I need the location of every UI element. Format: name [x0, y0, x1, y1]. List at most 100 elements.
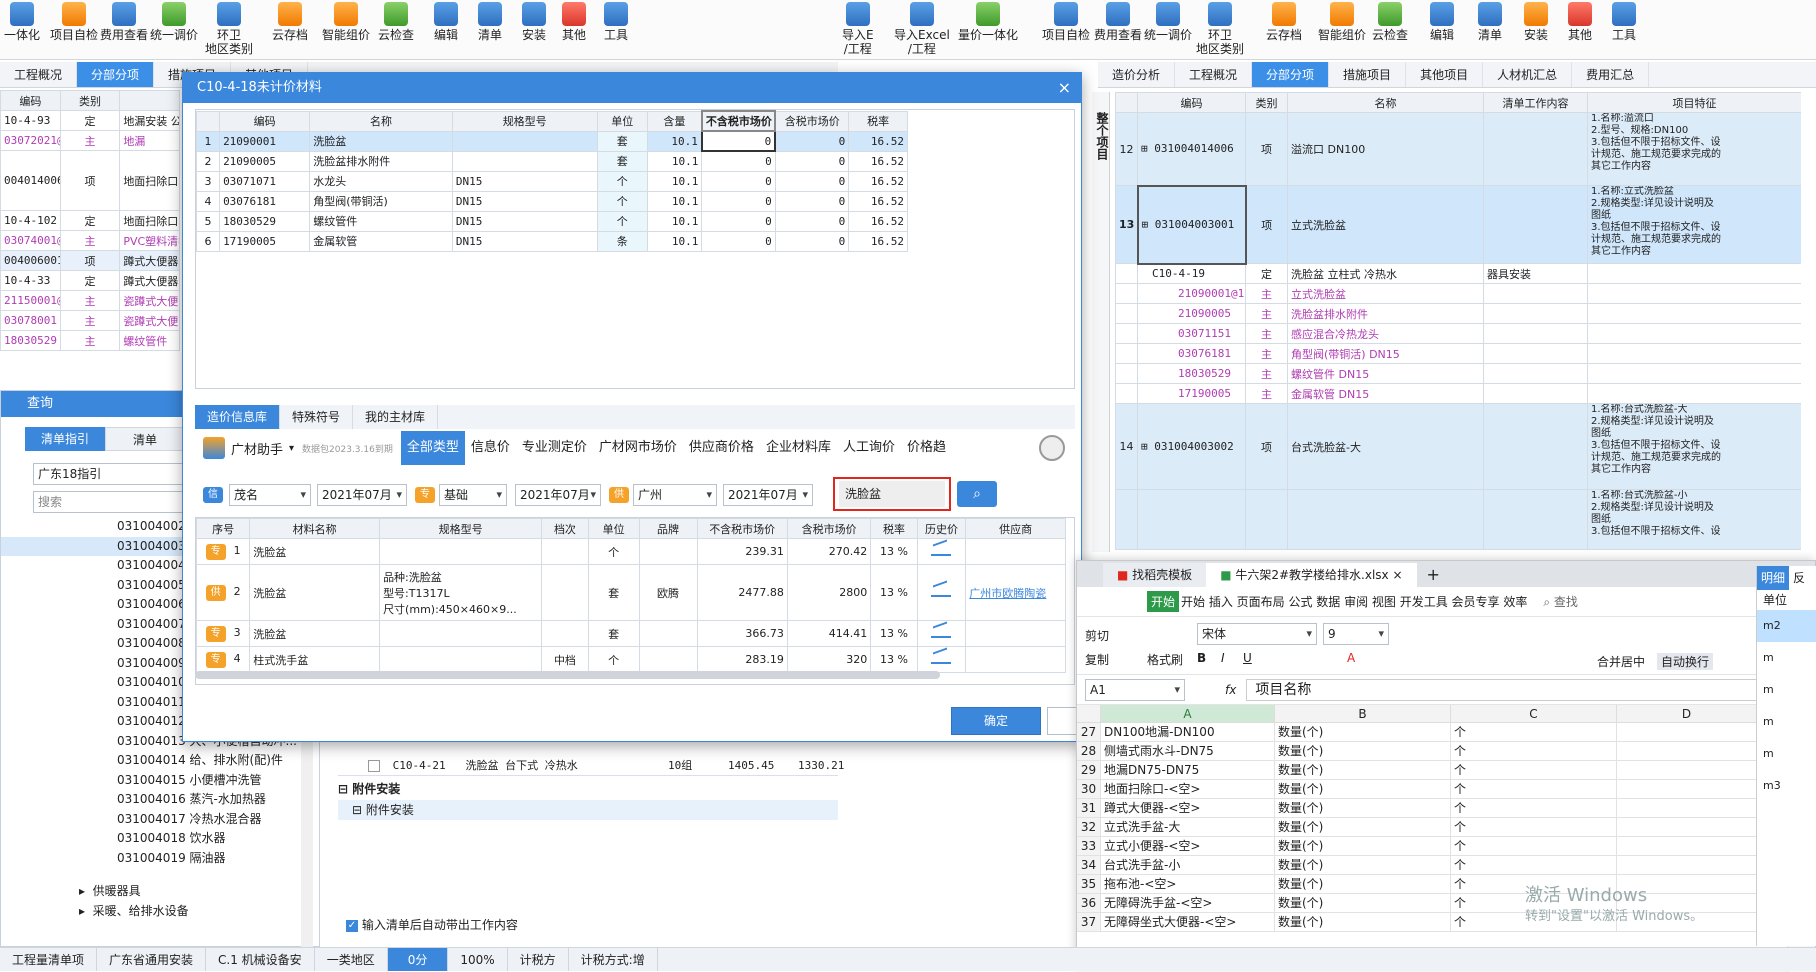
tab[interactable]: 费用汇总: [1572, 62, 1650, 87]
auto-work-option[interactable]: ✓ 输入清单后自动带出工作内容: [346, 916, 518, 933]
toolbar-button[interactable]: 云存档: [1266, 2, 1302, 42]
trend-icon[interactable]: [931, 585, 952, 597]
table-row[interactable]: 2 21090005 洗脸盆排水附件套 10.1 0 0 16.52: [196, 150, 908, 172]
group-row[interactable]: ⊟ 附件安装: [338, 800, 838, 820]
table-row[interactable]: 31 蹲式大便器-<空> 数量(个) 个: [1077, 799, 1815, 818]
detail-tab[interactable]: 明细: [1757, 566, 1790, 590]
cell[interactable]: 35: [1077, 875, 1101, 893]
history-cell[interactable]: [916, 620, 967, 647]
table-row[interactable]: 5 18030529 螺纹管件 DN15 个 10.1 0 0 16.52: [196, 210, 908, 232]
cell[interactable]: 蹲式大便器-<空>: [1101, 799, 1275, 817]
trend-icon[interactable]: [931, 626, 952, 638]
query-tab-list[interactable]: 清单: [105, 427, 185, 451]
wrap-text-button[interactable]: 自动换行: [1657, 653, 1714, 670]
toolbar-button[interactable]: 项目自检: [1042, 2, 1090, 42]
toolbar-button[interactable]: 编辑: [1430, 2, 1454, 42]
status-item[interactable]: 计税方: [508, 948, 569, 971]
cell[interactable]: 0: [701, 150, 776, 172]
table-row[interactable]: 21090001@1 主立式洗脸盆: [1115, 283, 1801, 304]
table-row[interactable]: 28 侧墙式雨水斗-DN75 数量(个) 个: [1077, 742, 1815, 761]
toolbar-button[interactable]: 编辑: [434, 2, 458, 42]
tab[interactable]: 造价分析: [1098, 62, 1176, 87]
table-row[interactable]: 21090005 主洗脸盆排水附件: [1115, 303, 1801, 324]
cell[interactable]: 30: [1077, 780, 1101, 798]
cell[interactable]: 27: [1077, 723, 1101, 741]
column-header[interactable]: A: [1101, 705, 1275, 722]
formula-input[interactable]: 项目名称: [1246, 678, 1805, 701]
cut-button[interactable]: 剪切: [1085, 627, 1109, 644]
cell[interactable]: 个: [1451, 837, 1617, 855]
cell[interactable]: 数量(个): [1275, 837, 1451, 855]
table-row[interactable]: 33 立式小便器-<空> 数量(个) 个: [1077, 837, 1815, 856]
cell[interactable]: 数量(个): [1275, 723, 1451, 741]
cell[interactable]: 地漏DN75-DN75: [1101, 761, 1275, 779]
table-row[interactable]: 35 拖布池-<空> 数量(个) 个: [1077, 875, 1815, 894]
search-icon[interactable]: ⌕: [957, 481, 997, 507]
toolbar-button[interactable]: 导入E /工程: [842, 2, 874, 56]
table-row[interactable]: 10-4-33定蹲式大便器安: [0, 270, 180, 291]
toolbar-button[interactable]: 环卫 地区类别: [1196, 2, 1244, 56]
font-select[interactable]: 宋体: [1197, 623, 1317, 645]
column-header[interactable]: [1077, 705, 1101, 722]
cell[interactable]: 台式洗手盆-小: [1101, 856, 1275, 874]
status-item[interactable]: 工程量清单项: [0, 948, 98, 971]
supplier-cell[interactable]: [965, 538, 1066, 565]
cell[interactable]: DN100地漏-DN100: [1101, 723, 1275, 741]
column-header[interactable]: B: [1275, 705, 1451, 722]
cell[interactable]: 28: [1077, 742, 1101, 760]
row-checkbox[interactable]: [368, 760, 380, 772]
tree-item-equipment[interactable]: ▸ 采暖、给排水设备: [79, 902, 189, 919]
trend-icon[interactable]: [931, 544, 952, 556]
tab[interactable]: 分部分项: [1252, 62, 1330, 87]
month-select-3[interactable]: 2021年07月: [723, 484, 813, 506]
toolbar-button[interactable]: 工具: [1612, 2, 1636, 42]
status-item[interactable]: 广东省通用安装: [97, 948, 207, 971]
category-tab[interactable]: 价格趋: [901, 431, 952, 465]
history-cell[interactable]: [916, 646, 967, 673]
tab[interactable]: 措施项目: [1329, 62, 1407, 87]
status-item[interactable]: 一类地区: [315, 948, 388, 971]
toolbar-button[interactable]: 智能组价: [322, 2, 370, 42]
cell[interactable]: [1617, 837, 1757, 855]
table-row[interactable]: 3 03071071 水龙头 DN15 个 10.1 0 0 16.52: [196, 170, 908, 192]
toolbar-button[interactable]: 统一调价: [150, 2, 198, 42]
cell[interactable]: 个: [1451, 856, 1617, 874]
table-row[interactable]: 004014006 项地面扫除口: [0, 150, 180, 211]
table-row[interactable]: 29 地漏DN75-DN75 数量(个) 个: [1077, 761, 1815, 780]
cell[interactable]: 数量(个): [1275, 742, 1451, 760]
cell[interactable]: 立式小便器-<空>: [1101, 837, 1275, 855]
underline-button[interactable]: U: [1243, 651, 1252, 665]
city-select-3[interactable]: 广州: [633, 484, 717, 506]
add-tab-icon[interactable]: +: [1417, 563, 1450, 587]
font-color-icon[interactable]: A: [1347, 651, 1355, 665]
cell[interactable]: 32: [1077, 818, 1101, 836]
table-row[interactable]: 32 立式洗手盆-大 数量(个) 个: [1077, 818, 1815, 837]
table-row[interactable]: 13 ⊞ 031004003001 项立式洗脸盆 1.名称:立式洗脸盆 2.规格类型:…: [1115, 184, 1801, 265]
list-item[interactable]: 031004015 小便槽冲洗管: [1, 771, 301, 791]
search-icon[interactable]: ⌕ 查找: [1543, 593, 1578, 610]
table-row[interactable]: 10-4-93 定地漏安装 公: [0, 110, 180, 131]
table-row[interactable]: 27 DN100地漏-DN100 数量(个) 个: [1077, 723, 1815, 742]
tab[interactable]: 其他项目: [1406, 62, 1484, 87]
reverse-tab[interactable]: 反: [1789, 566, 1809, 590]
tab[interactable]: 人材机汇总: [1483, 62, 1573, 87]
category-tab[interactable]: 专业测定价: [516, 431, 593, 465]
month-select-2[interactable]: 2021年07月: [515, 484, 601, 506]
table-row[interactable]: 1 21090001 洗脸盆套 10.1 0 0 16.52: [196, 130, 908, 152]
list-item[interactable]: 031004017 冷热水混合器: [1, 810, 301, 830]
price-scrollbar[interactable]: [195, 671, 940, 679]
cell[interactable]: 立式洗手盆-大: [1101, 818, 1275, 836]
month-select-1[interactable]: 2021年07月: [317, 484, 407, 506]
list-item[interactable]: 031004016 蒸汽-水加热器: [1, 790, 301, 810]
category-tab[interactable]: 人工询价: [837, 431, 901, 465]
cell[interactable]: 个: [1451, 780, 1617, 798]
city-select-1[interactable]: 茂名: [229, 484, 311, 506]
tree-item-heating[interactable]: ▸ 供暖器具: [79, 882, 141, 899]
cell[interactable]: 个: [1451, 799, 1617, 817]
cell[interactable]: 0: [701, 170, 776, 192]
table-row[interactable]: 37 无障碍坐式大便器-<空> 数量(个) 个: [1077, 913, 1815, 932]
lib-tab[interactable]: 特殊符号: [280, 405, 354, 429]
status-item[interactable]: 0分: [387, 948, 449, 971]
merge-center-button[interactable]: 合并居中: [1597, 653, 1645, 670]
table-row[interactable]: 供 2 洗脸盆 品种:洗脸盆 型号:T1317L 尺寸(mm):450×460×9..…: [196, 564, 1066, 621]
